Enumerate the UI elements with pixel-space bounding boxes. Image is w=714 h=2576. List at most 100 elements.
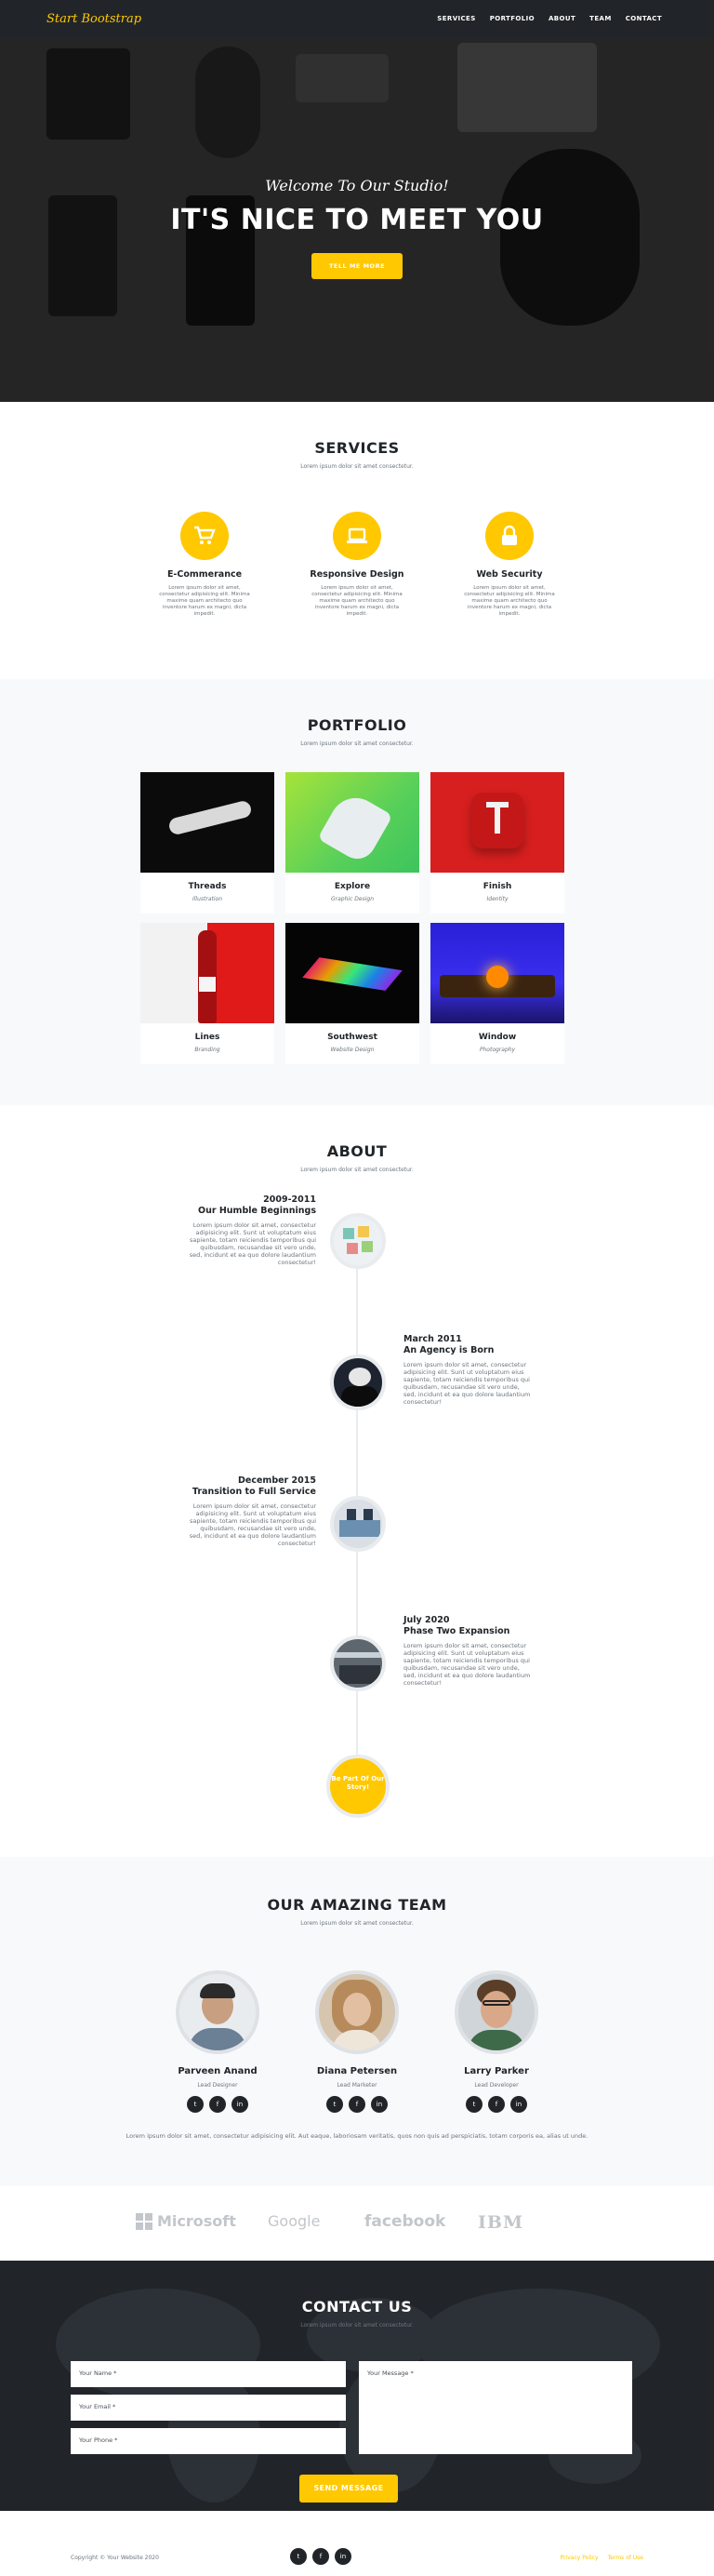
contact-section: CONTACT US Lorem ipsum dolor sit amet co… [0,2261,714,2511]
facebook-icon[interactable]: f [488,2096,505,2113]
nav-link-services[interactable]: SERVICES [437,15,475,22]
timeline-heading: An Agency is Born [403,1345,495,1355]
facebook-icon[interactable]: f [349,2096,365,2113]
member-socials: t f in [436,2096,557,2113]
portfolio-category: Website Design [330,1047,375,1053]
shopping-cart-icon [180,512,229,560]
member-role: Lead Designer [197,2082,238,2089]
linkedin-icon[interactable]: in [335,2548,351,2565]
hero-heading: IT'S NICE TO MEET YOU [170,204,544,236]
service-item: Web Security Lorem ipsum dolor sit amet,… [456,512,563,618]
twitter-icon[interactable]: t [187,2096,204,2113]
portfolio-item-lines[interactable]: Lines Branding [140,923,274,1064]
google-logo[interactable]: Google [268,2212,320,2230]
member-name: Larry Parker [464,2066,529,2076]
portfolio-category: Identity [486,896,509,902]
team-note: Lorem ipsum dolor sit amet, consectetur … [126,2132,588,2140]
avatar [315,1970,399,2054]
nav-link-contact[interactable]: CONTACT [626,15,662,22]
hero-content: Welcome To Our Studio! IT'S NICE TO MEET… [0,177,714,279]
microsoft-grid-icon [136,2212,152,2230]
avatar [455,1970,538,2054]
team-subtitle: Lorem ipsum dolor sit amet consectetur. [300,1920,414,1927]
team-member: Diana Petersen Lead Marketer t f in [297,1970,417,2113]
portfolio-image [285,772,419,873]
service-name: E-Commerance [166,569,243,580]
linkedin-icon[interactable]: in [510,2096,527,2113]
privacy-policy-link[interactable]: Privacy Policy [561,2555,599,2561]
contact-subtitle: Lorem ipsum dolor sit amet consectetur. [300,2322,414,2329]
name-field[interactable]: Your Name * [71,2361,346,2387]
laptop-icon [333,512,381,560]
services-subtitle: Lorem ipsum dolor sit amet consectetur. [300,463,414,470]
nav-link-about[interactable]: ABOUT [549,15,575,22]
facebook-icon[interactable]: f [312,2548,329,2565]
portfolio-item-threads[interactable]: Threads Illustration [140,772,274,914]
phone-field[interactable]: Your Phone * [71,2428,346,2454]
email-field[interactable]: Your Email * [71,2395,346,2421]
service-desc: Lorem ipsum dolor sit amet, consectetur … [311,585,403,617]
message-field[interactable]: Your Message * [359,2361,632,2454]
about-subtitle: Lorem ipsum dolor sit amet consectetur. [300,1167,414,1173]
member-socials: t f in [297,2096,417,2113]
timeline-heading: Our Humble Beginnings [198,1206,316,1216]
timeline-date: 2009-2011 [263,1195,316,1205]
portfolio-image [140,923,274,1023]
facebook-logo[interactable]: facebook [364,2212,445,2231]
team-member: Larry Parker Lead Developer t f in [436,1970,557,2113]
service-desc: Lorem ipsum dolor sit amet, consectetur … [159,585,250,617]
portfolio-category: Photography [479,1047,516,1053]
twitter-icon[interactable]: t [466,2096,483,2113]
brand-logo[interactable]: Start Bootstrap [46,12,141,26]
portfolio-item-explore[interactable]: Explore Graphic Design [285,772,419,914]
portfolio-item-window[interactable]: Window Photography [430,923,564,1064]
services-section: SERVICES Lorem ipsum dolor sit amet cons… [0,402,714,679]
avatar [176,1970,259,2054]
navbar: Start Bootstrap SERVICES PORTFOLIO ABOUT… [0,0,714,37]
microsoft-logo[interactable]: Microsoft [136,2212,236,2230]
twitter-icon[interactable]: t [326,2096,343,2113]
team-section: OUR AMAZING TEAM Lorem ipsum dolor sit a… [0,1857,714,2186]
linkedin-icon[interactable]: in [371,2096,388,2113]
timeline-date: March 2011 [403,1334,462,1344]
portfolio-name: Threads [188,882,227,891]
portfolio-item-southwest[interactable]: Southwest Website Design [285,923,419,1064]
portfolio-name: Window [478,1033,517,1042]
linkedin-icon[interactable]: in [231,2096,248,2113]
tell-me-more-button[interactable]: TELL ME MORE [311,253,403,279]
member-name: Diana Petersen [316,2066,398,2076]
portfolio-image [140,772,274,873]
timeline-image [330,1635,386,1691]
timeline-image [330,1355,386,1410]
footer-socials: t f in [290,2548,351,2565]
service-name: Web Security [476,569,543,580]
send-message-button[interactable]: SEND MESSAGE [299,2475,398,2503]
member-name: Parveen Anand [178,2066,258,2076]
timeline-item: 2009-2011 Our Humble Beginnings Lorem ip… [186,1195,316,1266]
contact-title: CONTACT US [301,2298,413,2316]
twitter-icon[interactable]: t [290,2548,307,2565]
timeline-body: Lorem ipsum dolor sit amet, consectetur … [189,1502,316,1547]
timeline-item: December 2015 Transition to Full Service… [186,1475,316,1547]
portfolio-name: Explore [334,882,371,891]
be-part-of-story-badge[interactable]: Be Part Of Our Story! [326,1755,390,1818]
timeline-date: December 2015 [238,1475,316,1486]
nav-link-portfolio[interactable]: PORTFOLIO [490,15,535,22]
team-title: OUR AMAZING TEAM [267,1896,447,1914]
service-desc: Lorem ipsum dolor sit amet, consectetur … [464,585,555,617]
timeline-body: Lorem ipsum dolor sit amet, consectetur … [403,1642,531,1687]
about-title: ABOUT [326,1142,388,1160]
footer: Copyright © Your Website 2020 t f in Pri… [0,2511,714,2576]
service-name: Responsive Design [310,569,404,580]
portfolio-item-finish[interactable]: Finish Identity [430,772,564,914]
portfolio-category: Graphic Design [331,896,374,902]
terms-of-use-link[interactable]: Terms of Use [608,2555,643,2561]
hero-section: Welcome To Our Studio! IT'S NICE TO MEET… [0,37,714,402]
portfolio-category: Illustration [192,896,223,902]
copyright-text: Copyright © Your Website 2020 [71,2555,159,2561]
ibm-logo[interactable]: IBM [478,2212,523,2233]
service-item: Responsive Design Lorem ipsum dolor sit … [303,512,411,618]
member-role: Lead Developer [474,2082,519,2089]
facebook-icon[interactable]: f [209,2096,226,2113]
nav-link-team[interactable]: TEAM [589,15,612,22]
